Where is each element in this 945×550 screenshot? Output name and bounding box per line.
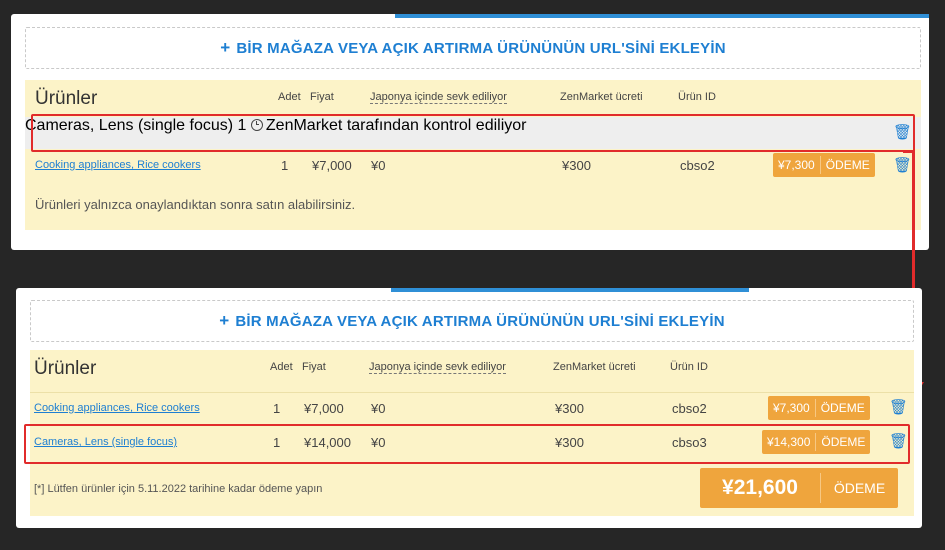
domestic-value: ¥0 (371, 158, 386, 173)
col-fee: ZenMarket ücreti (560, 91, 643, 103)
pay-button[interactable]: ¥7,300 ÖDEME (773, 153, 875, 177)
col-qty: Adet (278, 91, 301, 103)
col-domestic[interactable]: Japonya içinde sevk ediliyor (370, 91, 507, 104)
approval-notice: Ürünleri yalnızca onaylandıktan sonra sa… (35, 197, 356, 212)
fee-value: ¥300 (562, 158, 591, 173)
products-title: Ürünler (35, 88, 98, 109)
domestic-value: ¥0 (371, 401, 386, 416)
col-price: Fiyat (302, 361, 326, 373)
table-row: Cooking appliances, Rice cookers 1 ¥7,00… (30, 392, 914, 423)
pay-button[interactable]: ¥7,300 ÖDEME (768, 396, 870, 420)
plus-icon: + (219, 311, 230, 330)
price-value: ¥7,000 (312, 158, 352, 173)
pay-label: ÖDEME (820, 401, 865, 415)
add-url-label: BİR MAĞAZA VEYA AÇIK ARTIRMA ÜRÜNÜNÜN UR… (235, 312, 725, 330)
col-qty: Adet (270, 361, 293, 373)
pay-label: ÖDEME (825, 158, 870, 172)
top-panel: + BİR MAĞAZA VEYA AÇIK ARTIRMA ÜRÜNÜNÜN … (11, 14, 929, 250)
trash-icon[interactable]: 🗑 (889, 398, 908, 416)
products-title: Ürünler (34, 358, 97, 379)
id-value: cbso2 (680, 158, 715, 173)
table-header: Ürünler Adet Fiyat Japonya içinde sevk e… (25, 80, 921, 116)
qty-value: 1 (273, 401, 281, 416)
fee-value: ¥300 (555, 401, 584, 416)
products-table: Ürünler Adet Fiyat Japonya içinde sevk e… (25, 80, 921, 230)
col-id: Ürün ID (678, 91, 716, 103)
id-value: cbso2 (672, 401, 707, 416)
add-url-link[interactable]: + BİR MAĞAZA VEYA AÇIK ARTIRMA ÜRÜNÜNÜN … (30, 300, 914, 342)
row-total: ¥7,300 (778, 158, 815, 172)
highlight-box (24, 424, 910, 464)
add-url-label: BİR MAĞAZA VEYA AÇIK ARTIRMA ÜRÜNÜNÜN UR… (236, 39, 726, 57)
grand-pay-label: ÖDEME (833, 480, 886, 496)
payment-deadline: [*] Lütfen ürünler için 5.11.2022 tarihi… (34, 483, 323, 495)
col-price: Fiyat (310, 91, 334, 103)
price-value: ¥7,000 (304, 401, 344, 416)
add-url-link[interactable]: + BİR MAĞAZA VEYA AÇIK ARTIRMA ÜRÜNÜNÜN … (25, 27, 921, 69)
plus-icon: + (220, 38, 231, 57)
product-link[interactable]: Cooking appliances, Rice cookers (35, 159, 201, 171)
col-fee: ZenMarket ücreti (553, 361, 636, 373)
col-id: Ürün ID (670, 361, 708, 373)
row-total: ¥7,300 (773, 401, 810, 415)
qty-value: 1 (281, 158, 289, 173)
highlight-box (31, 114, 915, 152)
top-accent-strip (391, 288, 749, 292)
grand-pay-button[interactable]: ¥21,600 ÖDEME (700, 468, 898, 508)
grand-total: ¥21,600 (722, 476, 798, 499)
table-header: Ürünler Adet Fiyat Japonya içinde sevk e… (30, 350, 914, 386)
col-domestic[interactable]: Japonya içinde sevk ediliyor (369, 361, 506, 374)
trash-icon[interactable]: 🗑 (893, 156, 912, 174)
table-row: Cooking appliances, Rice cookers 1 ¥7,00… (25, 150, 921, 182)
product-link[interactable]: Cooking appliances, Rice cookers (34, 402, 200, 414)
bottom-panel: + BİR MAĞAZA VEYA AÇIK ARTIRMA ÜRÜNÜNÜN … (16, 288, 922, 528)
top-accent-strip (395, 14, 929, 18)
